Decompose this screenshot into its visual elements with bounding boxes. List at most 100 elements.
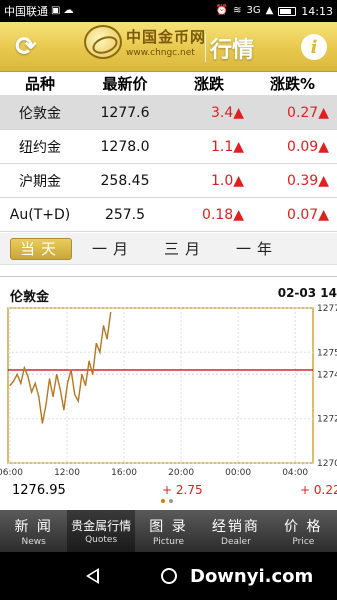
column-header-name: 品种 (24, 75, 55, 93)
current-price: 1276.95 (12, 483, 66, 498)
table-row[interactable]: 纽约金 1278.0 1.1▲ 0.09▲ (0, 130, 337, 164)
tab-today[interactable]: 当天 (10, 237, 72, 260)
data-point (84, 384, 87, 387)
data-point (63, 409, 65, 411)
tab-one-month[interactable]: 一月 (82, 238, 144, 260)
data-point (106, 338, 108, 340)
table-header: 品种 最新价 涨跌 涨跌% (0, 72, 337, 96)
row-name: 伦敦金 (19, 105, 61, 122)
y-tick-label: 1272 (317, 415, 337, 425)
row-name: 纽约金 (19, 139, 61, 156)
wifi-icon: ≋ (233, 5, 242, 16)
quotes-table: 品种 最新价 涨跌 涨跌% 伦敦金 1277.6 3.4▲ 0.27▲ 纽约金 … (0, 72, 337, 232)
nav-sublabel: Quotes (85, 535, 118, 545)
plot-frame (7, 307, 314, 464)
chart-panel[interactable]: 伦敦金 02-03 14 06:0012:0016:0020:0000:0004… (0, 276, 337, 503)
nav-sublabel: News (21, 536, 46, 547)
chart-datetime: 02-03 14 (277, 286, 337, 300)
network-label: 3G (246, 5, 261, 16)
watermark: Downyi.com (190, 566, 314, 587)
row-price: 258.45 (100, 172, 150, 189)
carrier-label: 中国联通 (4, 5, 48, 18)
row-price: 1278.0 (100, 138, 150, 155)
info-icon[interactable]: i (301, 34, 327, 60)
battery-icon (278, 6, 297, 16)
back-icon[interactable] (86, 568, 99, 584)
nav-price[interactable]: 价 格 Price (270, 510, 337, 552)
column-header-change-pct: 涨跌% (269, 75, 316, 93)
image-icon: ▣ (51, 5, 61, 16)
table-row[interactable]: 沪期金 258.45 1.0▲ 0.39▲ (0, 164, 337, 198)
period-tabs: 当天 一月 三月 一年 (0, 233, 337, 265)
page-dot (161, 499, 165, 503)
current-change: + 2.75 (162, 483, 203, 497)
y-tick-label: 1270 (317, 459, 337, 469)
data-point (52, 395, 54, 398)
data-point (99, 351, 101, 353)
clock-label: 14:13 (301, 4, 333, 18)
data-point (95, 342, 97, 345)
data-point (27, 376, 29, 378)
signal-icon: ▲ (265, 5, 274, 16)
row-name: 沪期金 (19, 173, 61, 190)
data-point (88, 360, 90, 362)
data-point (12, 380, 15, 382)
data-point (30, 391, 33, 393)
price-chart[interactable]: 06:00 12:00 16:00 20:00 00:00 04:00 1277 1275 12… (0, 303, 337, 483)
data-point (9, 384, 11, 387)
data-point (102, 325, 105, 327)
page-dot (169, 499, 173, 503)
current-change-pct: + 0.22 (300, 483, 337, 497)
row-price: 257.5 (104, 206, 146, 223)
tab-three-months[interactable]: 三月 (154, 238, 216, 260)
nav-news[interactable]: 新 闻 News (0, 510, 67, 552)
x-tick-label: 06:00 (0, 468, 23, 478)
row-change-pct: 0.09▲ (287, 138, 329, 155)
column-header-price: 最新价 (102, 75, 148, 93)
status-bar: 中国联通 ▣ ☁ ⏰ ≋ 3G ▲ 14:13 (0, 0, 337, 22)
data-point (38, 395, 40, 398)
data-point (92, 373, 94, 376)
table-row[interactable]: Au(T+D) 257.5 0.18▲ 0.07▲ (0, 198, 337, 232)
data-point (66, 382, 69, 384)
tab-one-year[interactable]: 一年 (226, 238, 288, 260)
x-tick-label: 16:00 (111, 468, 137, 478)
app-header: ⟳ 中国金币网 www.chngc.net 行情 i (0, 22, 337, 72)
nav-picture[interactable]: 图 录 Picture (135, 510, 202, 552)
x-tick-label: 12:00 (54, 468, 80, 478)
data-point (48, 378, 51, 380)
bottom-nav: 新 闻 News 贵金属行情 Quotes 图 录 Picture 经销商 De… (0, 510, 337, 552)
nav-quotes[interactable]: 贵金属行情 Quotes (67, 510, 135, 552)
data-point (20, 382, 22, 384)
data-point (56, 373, 58, 376)
y-tick-label: 1277 (317, 304, 337, 314)
data-point (41, 422, 43, 424)
page-indicator (161, 499, 173, 503)
refresh-icon[interactable]: ⟳ (9, 30, 43, 64)
x-tick-label: 20:00 (168, 468, 194, 478)
nav-dealer[interactable]: 经销商 Dealer (202, 510, 269, 552)
home-icon[interactable] (161, 568, 177, 584)
row-change: 0.18▲ (202, 206, 244, 223)
header-divider (205, 34, 206, 62)
data-point (34, 382, 36, 384)
x-tick-label: 04:00 (282, 468, 308, 478)
nav-sublabel: Picture (153, 536, 184, 547)
logo-url: www.chngc.net (126, 48, 195, 58)
data-point (77, 400, 79, 402)
nav-label: 图 录 (149, 518, 188, 535)
logo: 中国金币网 www.chngc.net (84, 25, 206, 59)
logo-mark-icon (84, 25, 122, 59)
row-change: 1.1▲ (210, 138, 244, 155)
nav-label: 贵金属行情 (71, 519, 132, 533)
system-nav-bar: Downyi.com (0, 552, 337, 600)
table-row[interactable]: 伦敦金 1277.6 3.4▲ 0.27▲ (0, 96, 337, 130)
page-title: 行情 (210, 38, 255, 63)
data-point (81, 373, 83, 376)
row-change-pct: 0.07▲ (287, 206, 329, 223)
nav-label: 经销商 (211, 518, 260, 535)
data-point (45, 404, 47, 407)
row-change: 1.0▲ (210, 172, 244, 189)
y-tick-label: 1275 (317, 348, 337, 358)
data-point (23, 367, 25, 369)
